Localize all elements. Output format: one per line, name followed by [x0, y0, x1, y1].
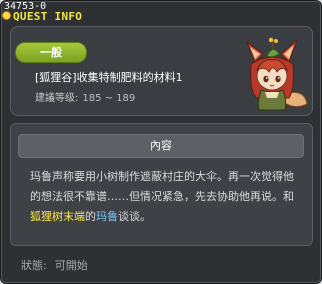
- npc-highlight: 玛鲁: [96, 210, 118, 223]
- window-title: QUEST INFO: [13, 10, 83, 23]
- fox-girl-npc-portrait: [245, 37, 308, 111]
- quest-bulb-icon: [3, 12, 10, 19]
- quest-name: [狐狸谷]收集特制肥料的材料1: [35, 71, 183, 84]
- description-text-end: 谈谈。: [118, 210, 151, 223]
- status-label: 狀態:: [21, 259, 47, 272]
- level-label: 建議等级:: [35, 93, 79, 104]
- description-text-middle: 的: [85, 210, 96, 223]
- status-value: 可開始: [54, 259, 88, 272]
- quest-status: 狀態: 可開始: [21, 259, 88, 272]
- level-requirement: 建議等级: 185 ~ 189: [35, 93, 135, 105]
- description-text-start: 玛鲁声称要用小树制作遮蔽村庄的大伞。再一次觉得他的想法很不靠谱……但情况紧急，先…: [30, 170, 294, 203]
- level-range: 185 ~ 189: [82, 93, 136, 104]
- quest-description: 玛鲁声称要用小树制作遮蔽村庄的大伞。再一次觉得他的想法很不靠谱……但情况紧急，先…: [30, 167, 300, 227]
- content-header: 內容: [18, 134, 304, 158]
- quest-info-window: 34753-0 QUEST INFO 一般 [狐狸谷]收集特制肥料的材料1 建議…: [0, 0, 322, 284]
- quest-category-badge: 一般: [15, 42, 87, 63]
- item-highlight: 狐狸树末端: [30, 210, 85, 223]
